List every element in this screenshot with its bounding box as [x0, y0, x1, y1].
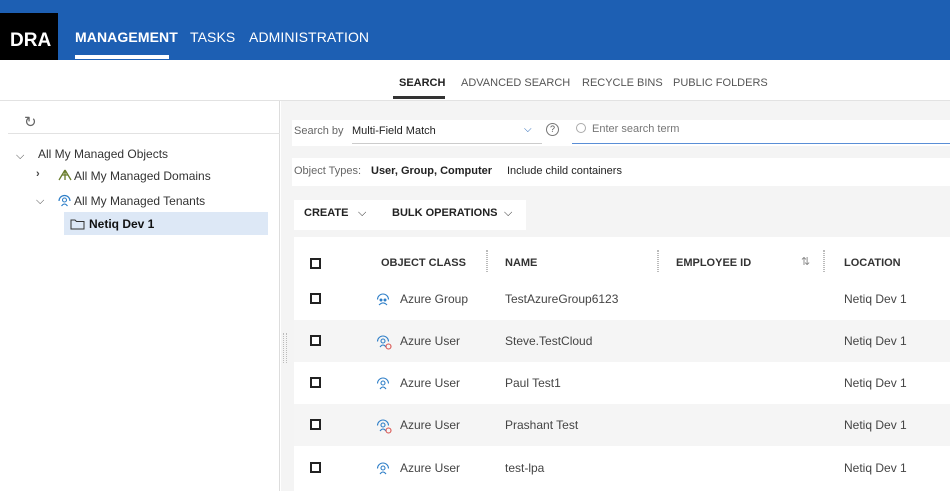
nav-active-indicator: [75, 55, 169, 59]
row-checkbox[interactable]: [310, 335, 321, 346]
row-checkbox[interactable]: [310, 293, 321, 304]
azure-user-icon: [376, 461, 390, 475]
cell-name[interactable]: Steve.TestCloud: [505, 334, 592, 348]
search-input[interactable]: [592, 123, 932, 135]
chevron-down-icon[interactable]: ⌵: [524, 124, 532, 135]
cell-location: Netiq Dev 1: [844, 334, 907, 348]
domains-icon: [58, 168, 72, 186]
divider: [8, 133, 280, 134]
chevron-down-icon[interactable]: ⌵: [16, 150, 24, 163]
cell-object-class: Azure User: [400, 461, 461, 475]
nav-tasks[interactable]: TASKS: [190, 29, 235, 45]
azure-user-disabled-icon: [376, 418, 392, 434]
chevron-right-icon[interactable]: ›: [36, 168, 40, 180]
cell-name[interactable]: Prashant Test: [505, 418, 578, 432]
cell-location: Netiq Dev 1: [844, 376, 907, 390]
row-checkbox[interactable]: [310, 377, 321, 388]
column-resizer[interactable]: [823, 250, 825, 272]
tab-recycle-bins[interactable]: RECYCLE BINS: [582, 77, 663, 89]
object-types-value[interactable]: User, Group, Computer: [371, 165, 492, 177]
cell-object-class: Azure User: [400, 334, 461, 348]
chevron-down-icon[interactable]: ⌵: [36, 195, 44, 208]
search-field: [572, 120, 950, 144]
select-all-checkbox[interactable]: [310, 258, 321, 269]
cell-location: Netiq Dev 1: [844, 418, 907, 432]
tree-item-managed-tenants[interactable]: All My Managed Tenants: [74, 194, 205, 208]
tenants-icon: [57, 193, 72, 212]
chevron-down-icon[interactable]: ⌵: [358, 207, 366, 220]
tab-search[interactable]: SEARCH: [399, 77, 445, 89]
help-icon[interactable]: ?: [546, 123, 559, 136]
column-location[interactable]: LOCATION: [844, 257, 901, 269]
column-employee-id[interactable]: EMPLOYEE ID: [676, 257, 751, 269]
folder-icon: [70, 217, 85, 235]
cell-object-class: Azure User: [400, 418, 461, 432]
search-icon: [576, 123, 586, 133]
row-checkbox[interactable]: [310, 462, 321, 473]
panel-splitter[interactable]: [283, 333, 287, 363]
azure-user-disabled-icon: [376, 334, 392, 350]
azure-group-icon: [376, 292, 390, 306]
column-resizer[interactable]: [657, 250, 659, 272]
row-checkbox[interactable]: [310, 419, 321, 430]
chevron-down-icon[interactable]: ⌵: [504, 207, 512, 220]
app-logo: DRA: [0, 13, 58, 60]
search-by-label: Search by: [294, 125, 344, 137]
cell-location: Netiq Dev 1: [844, 461, 907, 475]
nav-administration[interactable]: ADMINISTRATION: [249, 29, 369, 45]
tab-public-folders[interactable]: PUBLIC FOLDERS: [673, 77, 768, 89]
cell-name[interactable]: Paul Test1: [505, 376, 561, 390]
nav-management[interactable]: MANAGEMENT: [75, 29, 178, 45]
column-object-class[interactable]: OBJECT CLASS: [381, 257, 466, 269]
tree-item-netiq-dev-1[interactable]: Netiq Dev 1: [89, 217, 154, 231]
column-resizer[interactable]: [486, 250, 488, 272]
cell-name[interactable]: TestAzureGroup6123: [505, 292, 618, 306]
tab-active-indicator: [393, 96, 445, 99]
cell-object-class: Azure Group: [400, 292, 469, 306]
object-types-label: Object Types:: [294, 165, 362, 177]
tree-item-all-managed-objects[interactable]: All My Managed Objects: [38, 147, 168, 161]
bulk-operations-button[interactable]: BULK OPERATIONS: [392, 207, 498, 219]
search-by-select[interactable]: Multi-Field Match: [352, 125, 436, 137]
refresh-icon[interactable]: ↻: [24, 113, 37, 131]
cell-object-class: Azure User: [400, 376, 461, 390]
select-underline: [352, 143, 542, 144]
cell-location: Netiq Dev 1: [844, 292, 907, 306]
column-name[interactable]: NAME: [505, 257, 537, 269]
tree-item-managed-domains[interactable]: All My Managed Domains: [74, 169, 211, 183]
azure-user-icon: [376, 376, 390, 390]
sort-icon[interactable]: ⇅: [801, 255, 810, 268]
create-button[interactable]: CREATE: [304, 207, 348, 219]
tab-advanced-search[interactable]: ADVANCED SEARCH: [461, 77, 570, 89]
cell-name[interactable]: test-lpa: [505, 461, 544, 475]
include-child-containers[interactable]: Include child containers: [507, 165, 622, 177]
